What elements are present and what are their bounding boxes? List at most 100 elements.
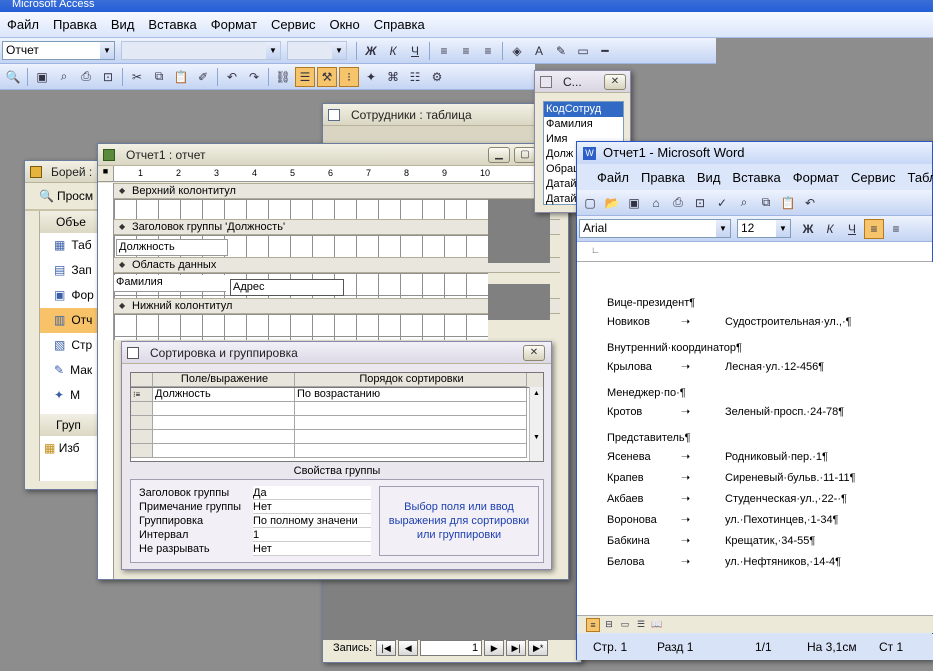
object-combo[interactable]: Отчет ▼ (2, 41, 115, 60)
sorting-row[interactable] (131, 430, 543, 444)
scroll-up-icon[interactable]: ▲ (530, 387, 543, 401)
save-icon[interactable]: ▣ (32, 67, 52, 87)
italic-icon[interactable]: К (820, 219, 840, 239)
properties-icon[interactable]: ☷ (405, 67, 425, 87)
word-title-bar[interactable]: W Отчет1 - Microsoft Word (577, 142, 932, 164)
field-cell[interactable] (153, 444, 295, 458)
word-font-combo[interactable]: Arial ▼ (579, 219, 731, 238)
bold-icon[interactable]: Ж (798, 219, 818, 239)
copy-icon[interactable]: ⧉ (756, 193, 776, 213)
toolbox-icon[interactable]: ⚒ (317, 66, 337, 87)
permission-icon[interactable]: ⌂ (646, 193, 666, 213)
group-property-row[interactable]: Примечание группы Нет (139, 500, 371, 514)
db-object-item[interactable]: ✦ М (40, 383, 103, 408)
db-object-item[interactable]: ▣ Фор (40, 283, 103, 308)
chevron-down-icon[interactable]: ▼ (266, 42, 280, 59)
order-cell[interactable] (295, 430, 527, 444)
close-icon[interactable]: ✕ (604, 74, 626, 90)
db-object-item[interactable]: ▦ Таб (40, 233, 103, 258)
field-list-title[interactable]: С... ✕ (535, 71, 630, 93)
property-value[interactable]: По полному значени (253, 514, 371, 528)
print-icon[interactable]: ⎙ (668, 193, 688, 213)
menu-item-7[interactable]: Справка (367, 17, 432, 32)
undo-icon[interactable]: ↶ (222, 67, 242, 87)
field-cell[interactable] (153, 416, 295, 430)
group-property-row[interactable]: Интервал 1 (139, 528, 371, 542)
grid-scrollbar[interactable]: ▲ ▼ (529, 387, 543, 461)
undo-icon[interactable]: ↶ (800, 193, 820, 213)
word-menu-item-2[interactable]: Вид (691, 170, 727, 185)
order-cell[interactable] (295, 444, 527, 458)
code-icon[interactable]: ⌘ (383, 67, 403, 87)
copy-icon[interactable]: ⧉ (149, 67, 169, 87)
format-painter-icon[interactable]: ✐ (193, 67, 213, 87)
scroll-down-icon[interactable]: ▼ (530, 431, 543, 445)
next-record-icon[interactable]: ▶ (484, 640, 505, 656)
save-icon[interactable]: ▣ (624, 193, 644, 213)
property-value[interactable]: Нет (253, 542, 371, 556)
group-property-row[interactable]: Заголовок группы Да (139, 486, 371, 500)
field-cell[interactable] (153, 430, 295, 444)
line-color-icon[interactable]: ✎ (551, 41, 571, 61)
new-record-icon[interactable]: ▶* (528, 640, 549, 656)
chevron-down-icon[interactable]: ▼ (716, 220, 730, 237)
page-header-bar[interactable]: Верхний колонтитул (114, 183, 560, 199)
page-footer-section[interactable] (114, 314, 488, 340)
word-menu-item-0[interactable]: Файл (591, 170, 635, 185)
minimize-button[interactable]: ▁ (488, 147, 510, 163)
familiya-label[interactable]: Фамилия (114, 275, 226, 292)
print-view-icon[interactable]: ▭ (618, 618, 632, 632)
align-right-icon[interactable]: ≡ (478, 41, 498, 61)
preview-icon[interactable]: ⊡ (690, 193, 710, 213)
research-icon[interactable]: ⌕ (734, 193, 754, 213)
open-icon[interactable]: 📂 (602, 193, 622, 213)
autoformat-icon[interactable]: ✦ (361, 67, 381, 87)
property-value[interactable]: Да (253, 486, 371, 500)
sorting-row[interactable]: ⁝≡ Должность По возрастанию (131, 388, 543, 402)
hyperlink-icon[interactable]: ⛓ (273, 67, 293, 87)
group-header-section[interactable]: Должность (114, 235, 488, 257)
db-object-item[interactable]: ✎ Мак (40, 358, 103, 383)
report-window-title[interactable]: Отчет1 : отчет ▁ ▢ (98, 144, 568, 166)
word-menu-item-5[interactable]: Сервис (845, 170, 902, 185)
menu-item-1[interactable]: Правка (46, 17, 104, 32)
line-width-icon[interactable]: ━ (595, 41, 615, 61)
menu-item-0[interactable]: Файл (0, 17, 46, 32)
group-property-row[interactable]: Не разрывать Нет (139, 542, 371, 556)
align-center-icon[interactable]: ≡ (886, 219, 906, 239)
menu-item-3[interactable]: Вставка (141, 17, 203, 32)
menu-item-4[interactable]: Формат (204, 17, 264, 32)
fill-color-icon[interactable]: ◈ (507, 41, 527, 61)
record-number-input[interactable]: 1 (420, 640, 483, 656)
spelling-icon[interactable]: ✓ (712, 193, 732, 213)
field-list-item[interactable]: Фамилия (544, 117, 623, 132)
chevron-down-icon[interactable]: ▼ (332, 42, 346, 59)
field-list-item[interactable]: КодСотруд (544, 102, 623, 117)
outline-view-icon[interactable]: ☰ (634, 618, 648, 632)
font-name-combo[interactable]: ▼ (121, 41, 281, 60)
property-value[interactable]: Нет (253, 500, 371, 514)
print-icon[interactable]: ⎙ (76, 67, 96, 87)
maximize-button[interactable]: ▢ (514, 147, 536, 163)
adres-field[interactable]: Адрес (230, 279, 344, 296)
tab-stop-icon[interactable]: ∟ (591, 245, 600, 255)
order-cell[interactable] (295, 416, 527, 430)
first-record-icon[interactable]: |◀ (376, 640, 397, 656)
search-icon[interactable]: ⌕ (54, 67, 74, 87)
underline-icon[interactable]: Ч (405, 41, 425, 61)
field-cell[interactable] (153, 402, 295, 416)
close-icon[interactable]: ✕ (523, 345, 545, 361)
field-list-icon[interactable]: ☰ (295, 66, 315, 87)
align-left-icon[interactable]: ≡ (434, 41, 454, 61)
chevron-down-icon[interactable]: ▼ (100, 42, 114, 59)
field-cell[interactable]: Должность (153, 388, 295, 402)
menu-item-2[interactable]: Вид (104, 17, 142, 32)
reading-view-icon[interactable]: 📖 (650, 618, 664, 632)
word-menu-item-3[interactable]: Вставка (726, 170, 786, 185)
border-icon[interactable]: ▭ (573, 41, 593, 61)
preview-icon[interactable]: ⊡ (98, 67, 118, 87)
build-icon[interactable]: ⚙ (427, 67, 447, 87)
db-object-item[interactable]: ▥ Отч (40, 308, 103, 333)
property-value[interactable]: 1 (253, 528, 371, 542)
preview-button[interactable]: 🔍 Просм (25, 183, 103, 209)
